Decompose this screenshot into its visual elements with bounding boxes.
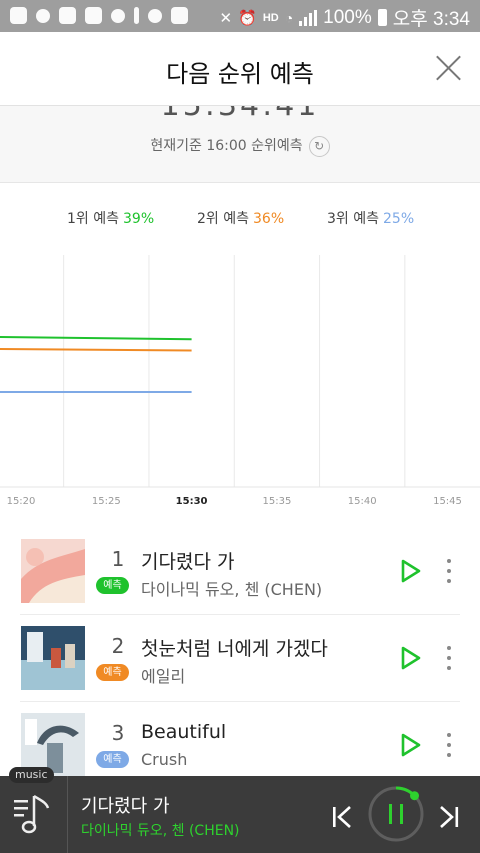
heart-icon	[148, 9, 162, 23]
music-tag: music	[9, 767, 54, 783]
prediction-badge: 예측	[96, 577, 129, 594]
more-options-icon[interactable]	[446, 559, 452, 583]
alarm-icon: ⏰	[238, 9, 257, 27]
legend-item-2: 2위 예측 36%	[197, 208, 284, 228]
playlist-icon	[14, 794, 50, 834]
rank-number: 2	[111, 634, 125, 658]
legend-item-1: 1위 예측 39%	[67, 208, 154, 228]
player-artist: 다이나믹 듀오, 첸 (CHEN)	[81, 823, 240, 839]
missed-call-icon	[85, 7, 102, 24]
countdown-clock: 15:34:41	[0, 106, 480, 123]
prediction-badge: 예측	[96, 751, 129, 768]
x-tick-label: 15:20	[7, 496, 36, 507]
list-item[interactable]: 2 예측 첫눈처럼 너에게 가겠다 에일리	[20, 615, 460, 702]
play-icon[interactable]	[400, 558, 422, 584]
player-song-title: 기다렸다 가	[81, 796, 170, 817]
artist-name: Crush	[141, 750, 188, 769]
rank-number: 3	[111, 721, 125, 745]
settings-icon	[36, 9, 50, 23]
hd-voice-label: HD	[262, 11, 279, 24]
pause-icon	[134, 7, 139, 24]
play-icon[interactable]	[400, 732, 422, 758]
legend-percent: 36%	[253, 211, 285, 227]
rank-prediction-chart: 15:20 15:25 15:30 15:35 15:40 15:45	[0, 255, 480, 507]
song-title: 첫눈처럼 너에게 가겠다	[141, 638, 328, 660]
clock: 오후 3:34	[392, 9, 470, 30]
pause-button[interactable]	[367, 785, 425, 843]
mute-icon: ✕	[219, 9, 233, 27]
legend-percent: 39%	[123, 211, 155, 227]
artist-name: 다이나믹 듀오, 첸 (CHEN)	[141, 580, 323, 599]
close-icon[interactable]	[434, 54, 462, 82]
album-art	[21, 626, 85, 690]
song-title: 기다렸다 가	[141, 551, 235, 573]
x-tick-label: 15:45	[433, 496, 462, 507]
playlist-button[interactable]	[0, 776, 68, 853]
artist-name: 에일리	[141, 667, 186, 686]
play-icon[interactable]	[400, 645, 422, 671]
legend-label: 1위 예측	[67, 211, 119, 227]
legend-label: 3위 예측	[327, 211, 379, 227]
notification-icons	[10, 7, 188, 24]
wifi-icon: ◔	[284, 9, 294, 26]
settings-icon	[111, 9, 125, 23]
prediction-basis: 현재기준 16:00 순위예측 ↻	[0, 135, 480, 157]
list-item[interactable]: 1 예측 기다렸다 가 다이나믹 듀오, 첸 (CHEN)	[20, 528, 460, 615]
x-tick-label: 15:30	[176, 496, 208, 507]
legend-percent: 25%	[383, 211, 415, 227]
series-line	[0, 336, 192, 341]
countdown-panel: 15:34:41 현재기준 16:00 순위예측 ↻	[0, 106, 480, 183]
prediction-basis-text: 현재기준 16:00 순위예측	[150, 138, 303, 154]
battery-percent: 100%	[323, 6, 372, 28]
rank-number: 1	[111, 547, 125, 571]
page-title: 다음 순위 예측	[166, 60, 314, 88]
album-art	[21, 539, 85, 603]
series-line	[0, 348, 192, 352]
mini-player[interactable]: 기다렸다 가 다이나믹 듀오, 첸 (CHEN)	[0, 776, 480, 853]
battery-icon	[377, 9, 387, 26]
prediction-badge: 예측	[96, 664, 129, 681]
more-options-icon[interactable]	[446, 733, 452, 757]
x-tick-label: 15:35	[262, 496, 291, 507]
image-icon	[171, 7, 188, 24]
x-tick-label: 15:25	[92, 496, 121, 507]
next-icon[interactable]	[437, 804, 461, 830]
more-options-icon[interactable]	[446, 646, 452, 670]
chat-icon	[10, 7, 27, 24]
status-bar: ✕ ⏰ HD ◔ 100% 오후 3:34	[0, 0, 480, 32]
x-tick-label: 15:40	[348, 496, 377, 507]
pause-icon	[389, 804, 392, 824]
header: 다음 순위 예측	[0, 32, 480, 106]
legend-item-3: 3위 예측 25%	[327, 208, 414, 228]
refresh-icon[interactable]: ↻	[308, 135, 330, 157]
song-title: Beautiful	[141, 721, 227, 743]
signal-icon	[299, 9, 318, 26]
legend-label: 2위 예측	[197, 211, 249, 227]
prediction-list: 1 예측 기다렸다 가 다이나믹 듀오, 첸 (CHEN) 2 예측 첫눈처럼 …	[0, 528, 480, 789]
previous-icon[interactable]	[330, 804, 354, 830]
gallery-icon	[59, 7, 76, 24]
